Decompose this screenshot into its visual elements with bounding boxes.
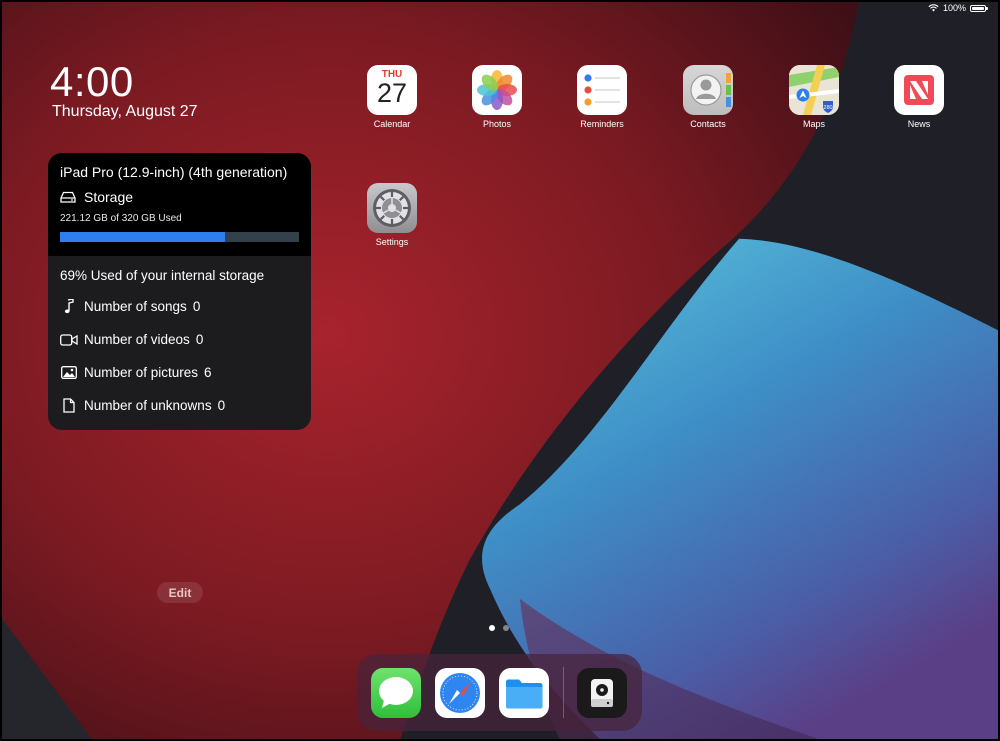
hard-drive-icon: [60, 191, 76, 203]
app-maps[interactable]: 280 Maps: [784, 65, 844, 129]
stat-row-videos: Number of videos 0: [60, 330, 299, 349]
stat-value: 0: [217, 398, 226, 413]
photos-icon: [472, 65, 522, 115]
messages-icon[interactable]: [371, 668, 421, 718]
app-label: Reminders: [580, 119, 624, 129]
stat-label: Number of videos: [84, 332, 190, 347]
clock-time: 4:00: [50, 58, 134, 105]
app-calendar[interactable]: THU 27 Calendar: [362, 65, 422, 129]
document-icon: [60, 398, 78, 413]
files-icon[interactable]: [499, 668, 549, 718]
app-news[interactable]: News: [889, 65, 949, 129]
calendar-icon: THU 27: [367, 65, 417, 115]
storage-row: Storage: [60, 189, 299, 205]
stat-label: Number of songs: [84, 299, 187, 314]
app-label: Settings: [375, 237, 409, 247]
app-label: News: [907, 119, 931, 129]
stat-row-songs: Number of songs 0: [60, 297, 299, 316]
edit-widgets-button[interactable]: Edit: [157, 582, 203, 603]
page-indicator[interactable]: [489, 625, 509, 631]
page-dot-1[interactable]: [489, 625, 495, 631]
app-settings[interactable]: Settings: [362, 183, 422, 247]
music-note-icon: [60, 299, 78, 314]
clock-date: Thursday, August 27: [52, 103, 198, 120]
storage-used-text: 221.12 GB of 320 GB Used: [60, 213, 182, 224]
photo-icon: [60, 366, 78, 379]
storage-widget-header: iPad Pro (12.9-inch) (4th generation) St…: [48, 153, 311, 256]
ipad-home-screen: 100% 4:00 Thursday, August 27 iPad Pro (…: [0, 0, 1000, 741]
battery-icon: [970, 4, 988, 12]
device-name: iPad Pro (12.9-inch) (4th generation): [60, 164, 288, 180]
stat-row-unknowns: Number of unknowns 0: [60, 396, 299, 415]
calendar-date: 27: [376, 78, 408, 108]
storage-widget-details: 69% Used of your internal storage Number…: [48, 256, 311, 415]
route-shield: 280: [823, 105, 832, 111]
app-label: Calendar: [373, 119, 411, 129]
app-photos[interactable]: Photos: [467, 65, 527, 129]
storage-analyzer-icon[interactable]: [577, 668, 627, 718]
storage-label: Storage: [84, 189, 134, 205]
stat-value: 0: [195, 332, 204, 347]
storage-progress-fill: [60, 232, 225, 242]
page-dot-2[interactable]: [503, 625, 509, 631]
storage-progress-bar: [60, 232, 299, 242]
reminders-icon: [577, 65, 627, 115]
app-label: Contacts: [690, 119, 726, 129]
app-reminders[interactable]: Reminders: [572, 65, 632, 129]
battery-percentage: 100%: [942, 3, 966, 13]
settings-gear-icon: [367, 183, 417, 233]
app-label: Photos: [482, 119, 512, 129]
dock-separator: [563, 667, 564, 718]
storage-widget[interactable]: iPad Pro (12.9-inch) (4th generation) St…: [48, 153, 311, 430]
stat-value: 6: [204, 365, 212, 380]
dock: [357, 654, 642, 731]
stat-label: Number of unknowns: [84, 398, 212, 413]
video-camera-icon: [60, 333, 78, 346]
maps-icon: 280: [789, 65, 839, 115]
storage-summary: 69% Used of your internal storage: [60, 268, 265, 283]
safari-icon[interactable]: [435, 668, 485, 718]
contacts-icon: [683, 65, 733, 115]
app-label: Maps: [802, 119, 825, 129]
stat-row-pictures: Number of pictures 6: [60, 363, 299, 382]
news-icon: [894, 65, 944, 115]
app-contacts[interactable]: Contacts: [678, 65, 738, 129]
stat-label: Number of pictures: [84, 365, 199, 380]
stat-value: 0: [192, 299, 201, 314]
wifi-icon: [928, 4, 939, 12]
status-bar: 100%: [928, 2, 988, 14]
